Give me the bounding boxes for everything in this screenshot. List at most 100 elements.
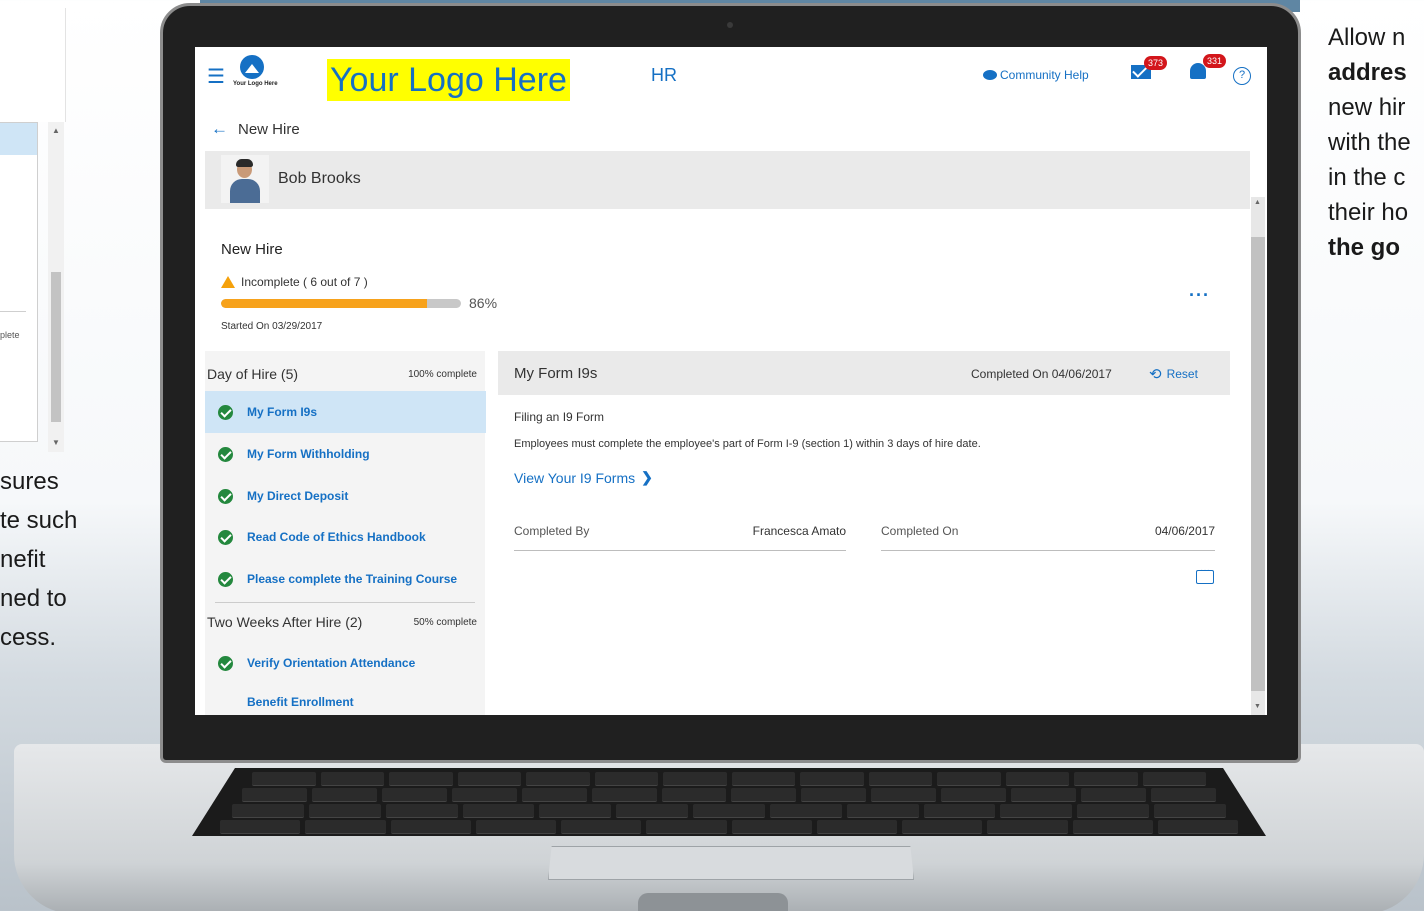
task-label: Benefit Enrollment [247,695,354,709]
section-title: Two Weeks After Hire (2) [207,614,363,630]
right-caption-line: new hir [1328,94,1406,121]
notification-count-badge: 331 [1203,54,1227,68]
right-caption: Allow n addres new hir with the in the c… [1328,20,1411,265]
left-caption-line: te such [0,507,78,534]
chevron-right-icon: ❯ [641,469,653,485]
task-item[interactable]: My Form Withholding [205,433,486,475]
company-logo[interactable]: Your Logo Here [233,55,278,87]
right-caption-line: the go [1328,230,1411,265]
mountain-logo-icon [240,55,264,79]
background-scroll-thumb [51,272,61,422]
completed-on-value: 04/06/2017 [1154,524,1215,538]
task-item[interactable]: My Direct Deposit [205,475,486,517]
check-circle-icon [218,446,233,462]
camera-icon [727,22,733,28]
community-help-label: Community Help [1000,68,1089,82]
notifications-button[interactable]: 331 [1190,54,1227,79]
task-label: My Form Withholding [247,447,370,461]
completed-on-label: Completed On [881,524,959,538]
completed-date: Completed On 04/06/2017 [971,367,1112,381]
progress-percent: 86% [469,295,498,311]
left-caption-line: sures [0,468,59,495]
checklist-title: New Hire [221,241,283,258]
background-list: plete [0,122,38,442]
app-header: ☰ Your Logo Here Your Logo Here HR Commu… [195,47,1267,111]
completed-by-label: Completed By [514,524,590,538]
check-circle-icon [218,488,233,504]
help-icon[interactable]: ? [1233,67,1251,85]
task-item[interactable]: My Form I9s [205,391,486,433]
scroll-down-icon[interactable]: ▼ [1254,703,1261,710]
task-label: Verify Orientation Attendance [247,656,416,670]
right-caption-line: in the c [1328,164,1406,191]
task-label: My Direct Deposit [247,489,349,503]
completed-by-field: Completed By Francesca Amato [514,524,846,551]
more-options-icon[interactable]: ··· [1189,285,1210,306]
section-header-two-weeks: Two Weeks After Hire (2) 50% complete [207,604,477,640]
scroll-down-icon: ▼ [52,438,60,447]
view-forms-link[interactable]: View Your I9 Forms ❯ [514,469,653,486]
key-row [232,804,1226,818]
section-percent: 50% complete [413,616,477,628]
menu-icon[interactable]: ☰ [207,64,225,89]
task-label: Please complete the Training Course [247,572,458,586]
comment-icon[interactable] [1196,565,1214,584]
check-circle-icon [218,571,233,587]
right-caption-line: with the [1328,129,1411,156]
progress-fill [221,299,428,308]
logo-caption: Your Logo Here [233,81,278,87]
avatar [221,155,269,203]
status-text: Incomplete ( 6 out of 7 ) [241,275,368,289]
section-percent: 100% complete [408,368,477,380]
main-content: Bob Brooks New Hire Incomplete ( 6 out o… [205,151,1250,715]
left-caption-line: cess. [0,624,57,651]
progress-bar [221,299,461,308]
scroll-up-icon[interactable]: ▲ [1254,199,1261,206]
left-caption: sures te such nefit ned to cess. [0,462,77,657]
laptop-notch [638,893,788,911]
community-help-link[interactable]: Community Help [983,68,1089,82]
check-circle-icon [218,655,233,671]
task-instructions: Employees must complete the employee's p… [514,438,981,450]
keyboard [192,768,1266,836]
reset-button[interactable]: ⟲ Reset [1149,365,1198,383]
touchpad [548,846,914,880]
section-header-day-of-hire: Day of Hire (5) 100% complete [207,356,477,392]
task-detail-panel: My Form I9s Completed On 04/06/2017 ⟲ Re… [498,351,1230,715]
breadcrumb: ← New Hire [211,119,300,139]
right-caption-line: Allow n [1328,24,1406,51]
mail-count-badge: 373 [1144,56,1168,70]
task-item[interactable]: Read Code of Ethics Handbook [205,516,486,558]
left-caption-line: nefit [0,546,46,573]
right-caption-bold: the go [1328,234,1400,261]
right-caption-bold: addres [1328,59,1407,86]
right-caption-line: their ho [1328,199,1409,226]
scroll-thumb[interactable] [1251,237,1265,691]
page-title: New Hire [238,120,300,138]
employee-name[interactable]: Bob Brooks [278,170,361,188]
check-circle-icon [218,404,233,420]
key-row [220,820,1238,834]
background-list-snippet: plete [0,330,20,340]
task-label: Read Code of Ethics Handbook [247,530,426,544]
left-caption-line: ned to [0,585,67,612]
task-label: My Form I9s [247,405,318,419]
messages-button[interactable]: 373 [1131,56,1168,79]
task-item[interactable]: Please complete the Training Course [205,558,486,600]
task-subtitle: Filing an I9 Form [514,410,605,424]
task-list: Day of Hire (5) 100% complete My Form I9… [205,351,486,715]
key-row [252,772,1206,786]
scroll-up-icon: ▲ [52,126,60,135]
task-detail-title: My Form I9s [514,365,598,382]
task-item[interactable]: Verify Orientation Attendance [205,642,486,684]
start-date: Started On 03/29/2017 [221,321,323,332]
employee-header: Bob Brooks [205,151,1250,209]
task-item[interactable]: Benefit Enrollment [205,681,486,715]
task-detail-header: My Form I9s Completed On 04/06/2017 ⟲ Re… [498,351,1230,395]
right-caption-line: addres [1328,55,1411,90]
back-arrow-icon[interactable]: ← [211,119,228,139]
background-scrollbar: ▲ ▼ [48,122,64,452]
section-title: Day of Hire (5) [207,366,299,382]
app-screen: ☰ Your Logo Here Your Logo Here HR Commu… [195,47,1267,715]
page-scrollbar[interactable]: ▲ ▼ [1251,197,1265,715]
